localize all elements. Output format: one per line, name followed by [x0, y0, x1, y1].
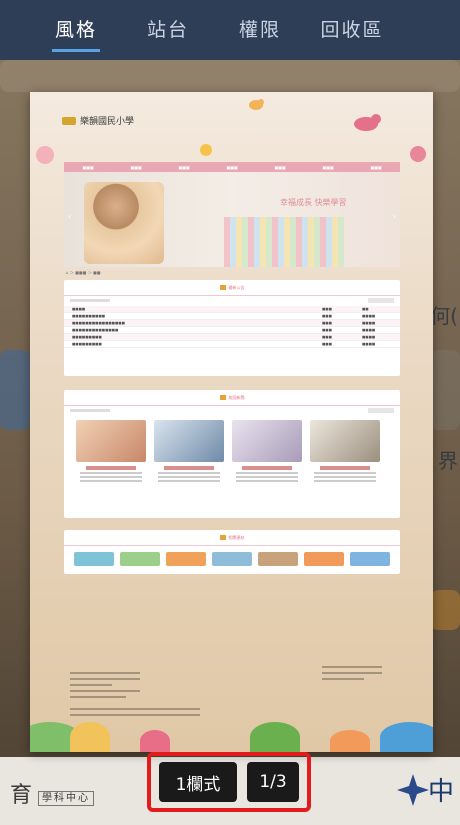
- background-side-char: 中: [427, 777, 454, 807]
- bird-icon: [249, 99, 264, 110]
- layout-column-button[interactable]: 1欄式: [159, 762, 237, 802]
- tab-sites[interactable]: 站台: [122, 0, 214, 60]
- preview-header: 樂韻國民小學: [30, 92, 433, 164]
- preview-footer: [30, 662, 433, 752]
- background-side-text: 何(: [430, 304, 458, 328]
- preview-banner: 幸福成長 快樂學習 ‹ ›: [64, 172, 400, 267]
- preview-news-panel: 校園新聞: [64, 390, 400, 518]
- background-logo-text: 育學科中心: [10, 777, 95, 809]
- preview-announcements-panel: 最新公告 ■■■■ ■■■ ■■ ■■■■■■■■■■ ■■■ ■■■■ ■■■■■■■…: [64, 280, 400, 376]
- style-preview[interactable]: 樂韻國民小學 ■■■ ■■■ ■■■ ■■■ ■■■ ■■■ ■■■ 幸福成長 快樂學習 ‹…: [30, 92, 433, 752]
- preview-nav: ■■■ ■■■ ■■■ ■■■ ■■■ ■■■ ■■■: [64, 162, 400, 172]
- tab-style[interactable]: 風格: [30, 0, 122, 60]
- layout-controls-highlight: 1欄式 1/3: [147, 752, 311, 812]
- background-side-text: 界: [438, 449, 458, 473]
- star-logo-icon: [397, 774, 429, 806]
- preview-banner-slogan: 幸福成長 快樂學習: [280, 198, 347, 207]
- tab-permissions[interactable]: 權限: [214, 0, 306, 60]
- preview-links-panel: 相關連結: [64, 530, 400, 574]
- tab-recycle-bin[interactable]: 回收區: [306, 0, 398, 60]
- page-indicator[interactable]: 1/3: [247, 762, 299, 802]
- preview-school-logo: 樂韻國民小學: [62, 114, 134, 127]
- bird-icon: [354, 114, 381, 131]
- preview-breadcrumb: ⌂ ＞ ■■■ ＞ ■■: [66, 270, 101, 275]
- top-tab-bar: 風格 站台 權限 回收區: [0, 0, 460, 60]
